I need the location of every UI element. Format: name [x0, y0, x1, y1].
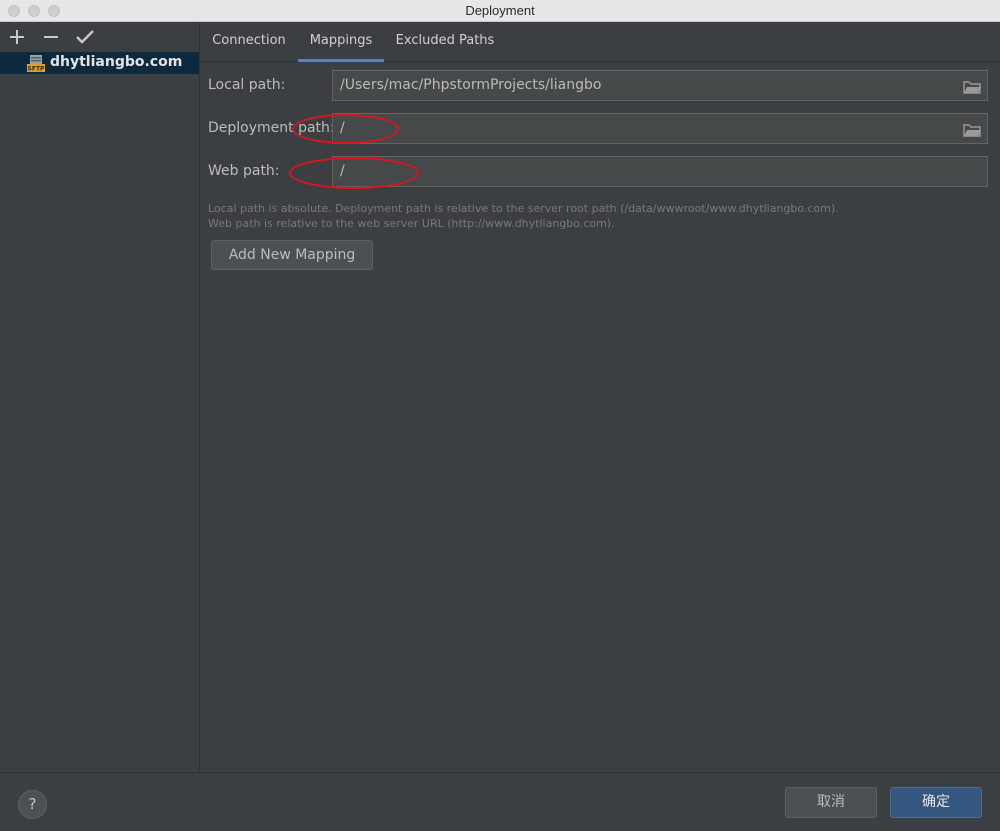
ok-button[interactable]: 确定 — [890, 787, 982, 818]
add-new-mapping-button[interactable]: Add New Mapping — [211, 240, 373, 270]
window-title: Deployment — [465, 3, 535, 18]
minus-icon[interactable] — [40, 26, 62, 48]
folder-icon[interactable] — [963, 79, 981, 94]
tab-connection[interactable]: Connection — [205, 22, 293, 62]
check-icon[interactable] — [74, 26, 96, 48]
server-list-toolbar — [0, 22, 199, 52]
sftp-server-icon: SFTP — [27, 54, 45, 73]
server-label: dhytliangbo.com — [50, 54, 183, 70]
title-bar: Deployment — [0, 0, 1000, 22]
tab-mappings[interactable]: Mappings — [298, 22, 384, 62]
local-path-value: /Users/mac/PhpstormProjects/liangbo — [340, 77, 602, 93]
local-path-field[interactable]: /Users/mac/PhpstormProjects/liangbo — [332, 70, 988, 101]
help-text-line-2: Web path is relative to the web server U… — [208, 217, 615, 230]
help-button[interactable]: ? — [18, 790, 47, 819]
annotation-ellipse — [292, 114, 399, 144]
tab-bar: Connection Mappings Excluded Paths — [200, 22, 1000, 62]
folder-icon[interactable] — [963, 122, 981, 137]
svg-text:SFTP: SFTP — [28, 66, 45, 73]
server-list-panel: SFTP dhytliangbo.com — [0, 22, 200, 772]
plus-icon[interactable] — [6, 26, 28, 48]
deployment-path-field[interactable]: / — [332, 113, 988, 144]
server-list-item[interactable]: SFTP dhytliangbo.com — [0, 52, 199, 74]
annotation-ellipse — [289, 157, 419, 189]
local-path-label: Local path: — [208, 77, 286, 93]
help-text-line-1: Local path is absolute. Deployment path … — [208, 202, 839, 215]
cancel-button[interactable]: 取消 — [785, 787, 877, 818]
web-path-field[interactable]: / — [332, 156, 988, 187]
web-path-label: Web path: — [208, 163, 280, 179]
dialog-footer: ? 取消 确定 — [0, 772, 1000, 831]
tab-excluded-paths[interactable]: Excluded Paths — [390, 22, 500, 62]
